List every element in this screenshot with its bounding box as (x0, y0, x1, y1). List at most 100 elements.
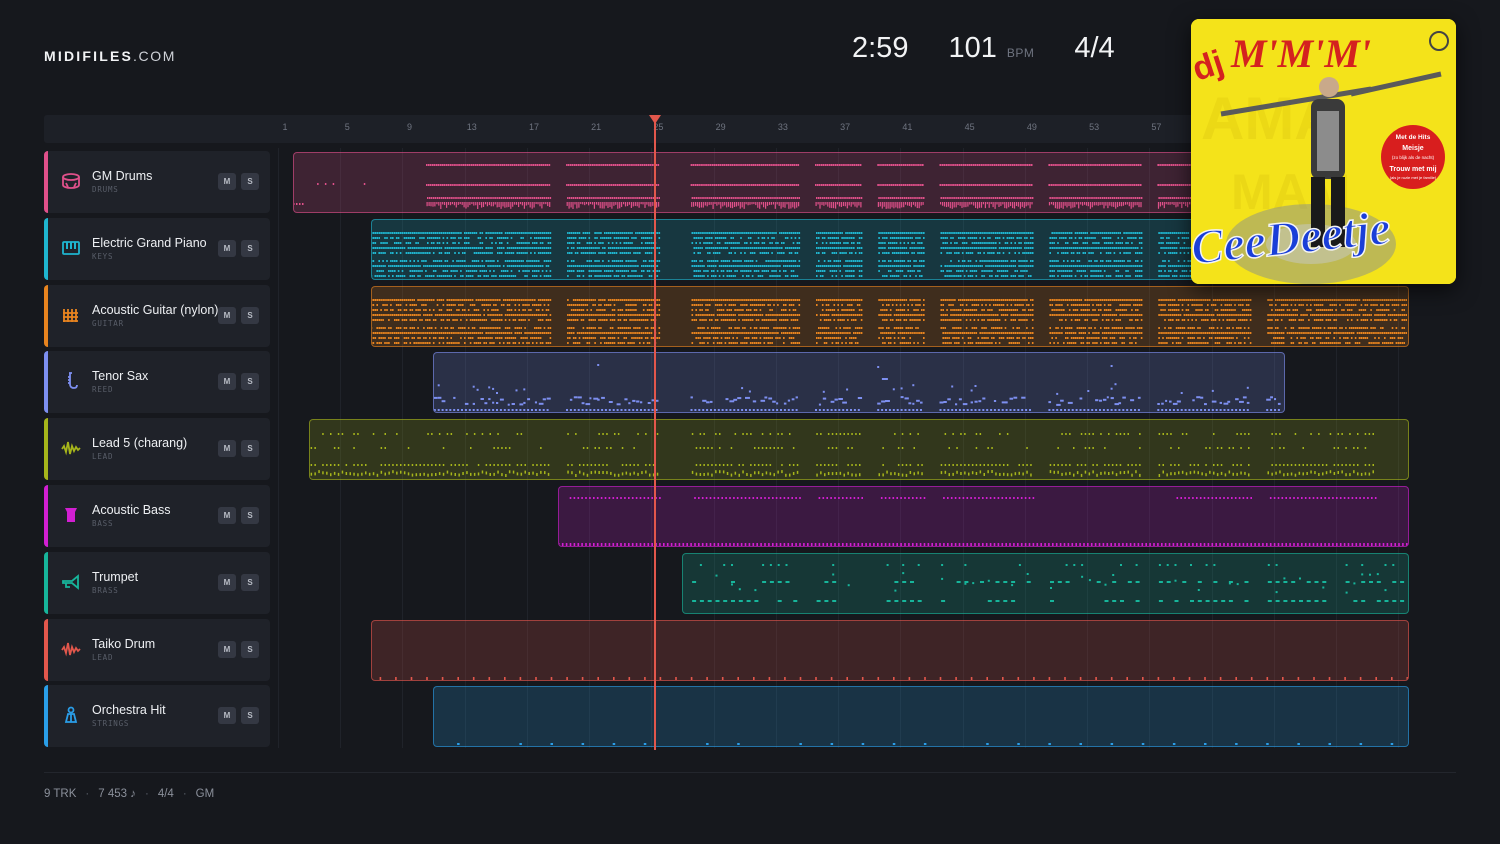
ruler-bar-label: 17 (528, 122, 539, 132)
clip-notes (457, 743, 1394, 746)
track-name: Tenor Sax (92, 369, 149, 384)
footer-summary: 9 TRK · 7 453 ♪ · 4/4 · GM (44, 788, 215, 800)
track-color-bar (44, 284, 48, 347)
brand-name: MIDIFILES (44, 48, 134, 64)
song-duration: 2:59 (852, 32, 909, 64)
midi-clip[interactable] (557, 486, 1410, 547)
clip-notes (692, 563, 1405, 602)
solo-button[interactable]: S (241, 573, 259, 591)
mute-button[interactable]: M (218, 440, 236, 458)
track-color-bar (44, 618, 48, 681)
track-color-bar (44, 351, 48, 414)
tempo-value: 101 (948, 32, 997, 64)
note-count: 7 453 ♪ (98, 788, 136, 800)
track-category: LEAD (92, 452, 114, 462)
track-category: DRUMS (92, 185, 119, 194)
footer-divider (44, 772, 1456, 773)
track-category: LEAD (92, 652, 114, 662)
saxophone-icon (61, 371, 81, 391)
solo-button[interactable]: S (241, 306, 259, 324)
ruler-bar-label: 1 (282, 122, 288, 132)
ruler-bar-label: 53 (1089, 122, 1100, 132)
track-name: Trumpet (92, 569, 139, 584)
track-name: Orchestra Hit (92, 703, 166, 718)
midi-clip[interactable] (370, 619, 1410, 681)
track-name: Acoustic Bass (92, 503, 171, 517)
solo-button[interactable]: S (241, 507, 259, 524)
midi-clip[interactable] (433, 686, 1410, 748)
track-name: Acoustic Guitar (nylon) (92, 302, 219, 317)
mute-button[interactable]: M (218, 573, 236, 591)
mute-button[interactable]: M (218, 707, 236, 725)
time-signature: 4/4 (1074, 32, 1115, 64)
ruler-bar-label: 29 (715, 122, 726, 132)
solo-button[interactable]: S (241, 373, 259, 391)
tempo-unit: BPM (1006, 46, 1035, 60)
album-cover: AMA MAM dj M'M'M' Met de Hits Meisje (zo… (1191, 19, 1456, 284)
midi-clip[interactable] (433, 352, 1285, 414)
solo-button[interactable]: S (241, 640, 259, 658)
midi-clip[interactable] (308, 419, 1410, 481)
playhead-marker-icon[interactable] (649, 115, 661, 124)
track-header[interactable]: Taiko Drum LEAD M S (44, 618, 270, 681)
brand-logo: MIDIFILES.COM (44, 48, 176, 64)
mute-button[interactable]: M (218, 373, 236, 391)
ruler-bar-label: 49 (1026, 122, 1037, 132)
guitar-strings-icon (61, 305, 81, 325)
track-color-bar (44, 217, 48, 280)
track-header[interactable]: Electric Grand Piano KEYS M S (44, 217, 270, 280)
track-color-bar (44, 685, 48, 748)
clip-notes (310, 433, 1374, 478)
track-header[interactable]: Acoustic Bass BASS M S (44, 485, 270, 547)
brand-domain: .COM (133, 48, 176, 64)
ruler-bar-label: 57 (1151, 122, 1162, 132)
mute-button[interactable]: M (218, 306, 236, 324)
mute-button[interactable]: M (218, 640, 236, 658)
midi-clip[interactable] (370, 285, 1410, 347)
solo-button[interactable]: S (241, 173, 259, 190)
trumpet-icon (61, 572, 81, 592)
track-color-bar (44, 551, 48, 614)
mute-button[interactable]: M (218, 173, 236, 190)
ruler-bar-label: 5 (344, 122, 350, 132)
orchestra-icon (61, 705, 81, 725)
mute-button[interactable]: M (218, 507, 236, 524)
track-name: Electric Grand Piano (92, 235, 207, 250)
ruler-bar-label: 21 (591, 122, 602, 132)
track-header[interactable]: Trumpet BRASS M S (44, 551, 270, 614)
track-header[interactable]: Orchestra Hit STRINGS M S (44, 685, 270, 748)
solo-button[interactable]: S (241, 239, 259, 257)
track-color-bar (44, 418, 48, 481)
track-header[interactable]: Acoustic Guitar (nylon) GUITAR M S (44, 284, 270, 347)
ruler-bar-label: 37 (840, 122, 851, 132)
transport-stats: 2:59 101 BPM 4/4 (852, 32, 1115, 72)
midi-clip[interactable] (682, 552, 1410, 614)
track-header[interactable]: GM Drums DRUMS M S (44, 151, 270, 213)
midi-standard: GM (195, 788, 215, 800)
track-name: Lead 5 (charang) (92, 436, 188, 451)
bass-icon (61, 505, 81, 525)
track-header[interactable]: Tenor Sax REED M S (44, 351, 270, 414)
track-category: REED (92, 385, 114, 395)
track-color-bar (44, 485, 48, 547)
track-header[interactable]: Lead 5 (charang) LEAD M S (44, 418, 270, 481)
solo-button[interactable]: S (241, 707, 259, 725)
track-category: KEYS (92, 251, 114, 261)
waveform-icon (61, 438, 81, 458)
track-category: BRASS (92, 585, 119, 595)
solo-button[interactable]: S (241, 440, 259, 458)
clip-notes (379, 676, 1408, 680)
ruler-bar-label: 41 (902, 122, 913, 132)
drum-icon (61, 171, 81, 191)
track-color-bar (44, 151, 48, 213)
bar-gridline (278, 148, 279, 748)
ruler-bar-label: 33 (777, 122, 788, 132)
clip-notes (558, 497, 1408, 546)
cover-title-logo: M'M'M' (1230, 31, 1371, 76)
mute-button[interactable]: M (218, 239, 236, 257)
clip-notes (371, 298, 1407, 344)
ruler-bar-label: 13 (466, 122, 477, 132)
track-category: STRINGS (92, 719, 130, 729)
playhead[interactable] (654, 115, 656, 750)
ruler-bar-label: 45 (964, 122, 975, 132)
